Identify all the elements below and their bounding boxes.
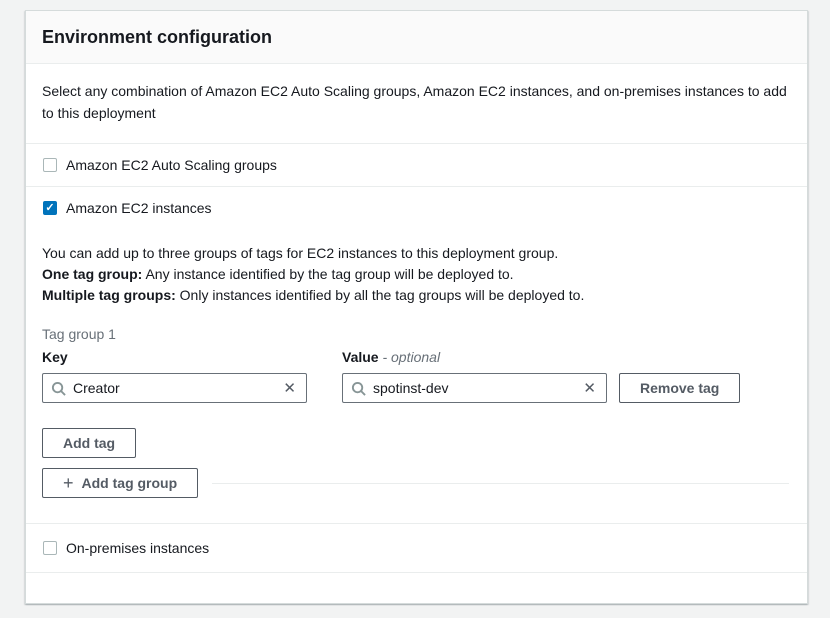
auto-scaling-checkbox-label[interactable]: Amazon EC2 Auto Scaling groups: [66, 157, 277, 173]
intro-text: Select any combination of Amazon EC2 Aut…: [42, 80, 791, 124]
add-tag-group-row: +Add tag group: [42, 468, 791, 498]
checkmark-icon: ✓: [45, 203, 54, 214]
tag-help-line-1: You can add up to three groups of tags f…: [42, 243, 791, 264]
ec2-instances-checkbox-label[interactable]: Amazon EC2 instances: [66, 200, 212, 216]
panel-body: Select any combination of Amazon EC2 Aut…: [26, 64, 807, 587]
add-tag-row: Add tag: [42, 428, 791, 458]
value-label: Value - optional: [342, 348, 607, 366]
tag-value-field: ✕: [342, 373, 607, 403]
add-tag-group-button[interactable]: +Add tag group: [42, 468, 198, 498]
auto-scaling-checkbox[interactable]: [43, 158, 57, 172]
tag-help-line-3: Multiple tag groups: Only instances iden…: [42, 285, 791, 306]
key-label: Key: [42, 348, 307, 366]
tag-remove-column: Remove tag: [619, 373, 740, 403]
remove-tag-button[interactable]: Remove tag: [619, 373, 740, 403]
on-premises-checkbox-label[interactable]: On-premises instances: [66, 540, 209, 556]
add-tag-button[interactable]: Add tag: [42, 428, 136, 458]
tag-value-input[interactable]: [373, 380, 581, 396]
tag-help-text: You can add up to three groups of tags f…: [42, 243, 791, 306]
value-optional-suffix: - optional: [382, 349, 440, 365]
on-premises-checkbox[interactable]: [43, 541, 57, 555]
plus-icon: +: [63, 474, 74, 492]
checkbox-row-on-premises: On-premises instances: [42, 524, 791, 572]
clear-value-icon[interactable]: ✕: [581, 379, 598, 398]
tag-value-column: Value - optional ✕: [342, 348, 607, 403]
tag-group-title: Tag group 1: [42, 324, 791, 344]
tag-key-column: Key ✕: [42, 348, 307, 403]
divider: [26, 572, 807, 573]
clear-key-icon[interactable]: ✕: [281, 379, 298, 398]
ec2-instances-checkbox[interactable]: ✓: [43, 201, 57, 215]
panel-header: Environment configuration: [26, 11, 807, 64]
checkbox-row-auto-scaling: Amazon EC2 Auto Scaling groups: [42, 144, 791, 186]
environment-configuration-panel: Environment configuration Select any com…: [25, 10, 808, 604]
tag-row: Key ✕ Value - optional: [42, 348, 791, 403]
tag-help-line-2: One tag group: Any instance identified b…: [42, 264, 791, 285]
checkbox-row-ec2-instances: ✓ Amazon EC2 instances: [42, 187, 791, 229]
panel-title: Environment configuration: [42, 27, 787, 48]
add-tag-group-divider: [212, 483, 789, 484]
search-icon: [351, 381, 366, 396]
search-icon: [51, 381, 66, 396]
tag-key-input[interactable]: [73, 380, 281, 396]
tag-key-field: ✕: [42, 373, 307, 403]
